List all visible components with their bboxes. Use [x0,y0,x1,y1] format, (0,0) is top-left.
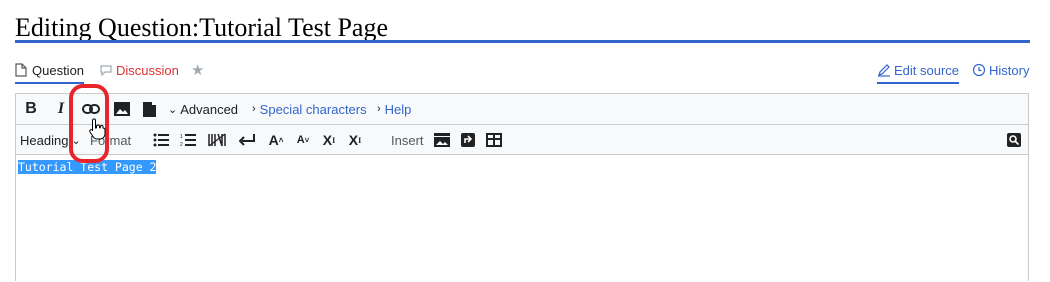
clock-icon [972,63,986,77]
superscript-button[interactable]: XI [319,129,339,151]
tab-history-label: History [989,62,1030,78]
tab-question[interactable]: Question [15,60,85,84]
big-text-button[interactable]: A ˄ [266,129,286,151]
chevron-right-icon: › [377,103,381,115]
link-icon [82,104,100,114]
subscript-marker-icon: I [358,135,362,145]
pencil-icon [877,63,891,77]
caret-down-icon: ˅ [304,135,310,145]
help-menu[interactable]: › Help [377,97,411,121]
wikitext-textarea[interactable]: Tutorial Test Page 2 [16,155,1028,282]
bulleted-list-button[interactable] [151,129,171,151]
watch-star-icon[interactable]: ★ [191,60,204,80]
big-text-label: A [268,132,279,148]
tab-question-label: Question [32,62,85,78]
numbered-list-icon: 12 [180,134,196,147]
table-icon [486,133,502,147]
gallery-icon [434,133,450,147]
tab-discussion-label: Discussion [116,62,179,78]
insert-label: Insert [391,132,424,148]
wikitext-editor: B I ⌄ Advanced › Special characters › He… [15,93,1029,281]
title-underline [15,40,1030,43]
search-replace-icon [1007,133,1021,147]
gallery-button[interactable] [432,129,452,151]
search-replace-button[interactable] [1004,129,1024,151]
newline-button[interactable] [237,129,257,151]
superscript-label: X [322,132,333,148]
small-text-button[interactable]: A ˅ [293,129,313,151]
link-button[interactable] [80,97,102,121]
tab-edit-source[interactable]: Edit source [877,60,960,84]
image-button[interactable] [112,97,132,121]
help-label: Help [384,101,412,117]
subscript-label: X [348,132,359,148]
caret-up-icon: ˄ [278,135,284,145]
redirect-button[interactable] [458,129,478,151]
advanced-menu[interactable]: ⌄ Advanced [168,97,238,121]
superscript-marker-icon: I [332,135,336,145]
italic-button[interactable]: I [52,97,70,121]
advanced-toolbar: Heading ⌄ Format 12 A ˄ A ˅ XI XI Insert [16,125,1028,155]
main-toolbar: B I ⌄ Advanced › Special characters › He… [16,94,1028,125]
page-icon [15,63,29,77]
selected-text: Tutorial Test Page 2 [18,160,157,174]
tab-discussion[interactable]: Discussion [99,60,179,80]
heading-dropdown[interactable]: Heading ⌄ [20,129,81,151]
page-tabs: Question Discussion ★ Edit source Histor… [15,60,1030,84]
format-label: Format [90,132,132,148]
chevron-down-icon: ⌄ [168,103,178,116]
special-characters-menu[interactable]: › Special characters [252,97,367,121]
newline-icon [239,134,255,146]
redirect-icon [461,133,475,147]
chevron-right-icon: › [252,103,256,115]
reference-button[interactable] [140,97,158,121]
speech-bubble-icon [99,63,113,77]
table-button[interactable] [484,129,504,151]
tab-edit-source-label: Edit source [894,62,960,78]
subscript-button[interactable]: XI [345,129,365,151]
numbered-list-button[interactable]: 12 [178,129,198,151]
nowiki-icon [208,133,226,147]
special-characters-label: Special characters [259,101,367,117]
nowiki-button[interactable] [206,129,228,151]
book-icon [142,101,156,117]
small-text-label: A [296,134,305,146]
bold-button[interactable]: B [22,97,40,121]
bulleted-list-icon [153,133,169,147]
svg-text:2: 2 [180,142,183,147]
advanced-label: Advanced [180,101,239,117]
tab-history[interactable]: History [972,60,1029,80]
svg-text:1: 1 [180,134,183,140]
chevron-down-icon: ⌄ [71,134,81,147]
heading-label: Heading [20,132,69,148]
image-icon [114,102,130,116]
